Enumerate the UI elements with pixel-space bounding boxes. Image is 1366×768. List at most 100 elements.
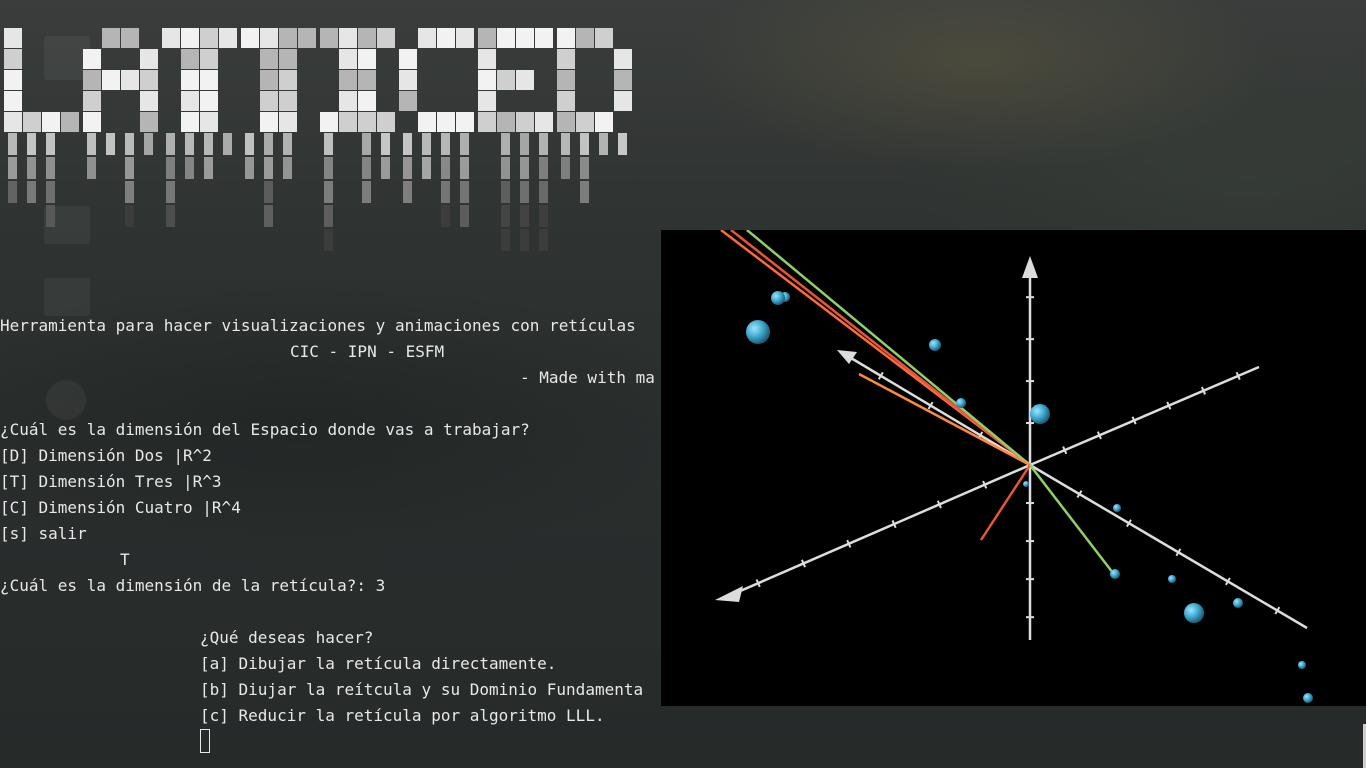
logo-drip bbox=[87, 133, 96, 155]
logo-pixel bbox=[516, 112, 534, 132]
logo-drip bbox=[520, 205, 529, 227]
logo-pixel bbox=[181, 49, 199, 69]
logo-drip bbox=[501, 229, 510, 251]
logo-drip bbox=[618, 133, 627, 155]
logo-pixel bbox=[140, 112, 158, 132]
logo-pixel bbox=[595, 112, 613, 132]
vector-orange-short bbox=[858, 372, 1031, 467]
logo-drip bbox=[381, 157, 390, 179]
logo-pixel bbox=[279, 91, 297, 111]
logo-pixel bbox=[377, 28, 395, 48]
lattice-point bbox=[1298, 661, 1306, 669]
lattice-3d-plot-window[interactable] bbox=[661, 230, 1366, 706]
logo-drip bbox=[520, 133, 529, 155]
logo-drip bbox=[106, 133, 115, 155]
option-dimension-three: [T] Dimensión Tres |R^3 bbox=[0, 472, 222, 491]
lattice-dimension-question: ¿Cuál es la dimensión de la retícula?: 3 bbox=[0, 576, 386, 595]
logo-pixel bbox=[121, 28, 139, 48]
logo-drip bbox=[460, 181, 469, 203]
logo-drip bbox=[599, 133, 608, 155]
action-question: ¿Qué deseas hacer? bbox=[200, 628, 374, 647]
logo-drip bbox=[501, 157, 510, 179]
lattice-point bbox=[1303, 693, 1313, 703]
logo-pixel bbox=[535, 112, 553, 132]
lattice-point bbox=[1030, 404, 1050, 424]
logo-pixel bbox=[557, 112, 575, 132]
logo-drip bbox=[144, 133, 153, 155]
terminal-cursor[interactable] bbox=[200, 729, 210, 753]
logo-pixel bbox=[437, 112, 455, 132]
logo-pixel bbox=[478, 70, 496, 90]
logo-drip bbox=[324, 133, 333, 155]
logo-pixel bbox=[557, 28, 575, 48]
logo-pixel bbox=[557, 70, 575, 90]
logo-pixel bbox=[478, 112, 496, 132]
option-dimension-four: [C] Dimensión Cuatro |R^4 bbox=[0, 498, 241, 517]
logo-pixel bbox=[478, 49, 496, 69]
desktop-icon-bitcoin bbox=[46, 380, 86, 420]
logo-pixel bbox=[42, 112, 60, 132]
logo-pixel bbox=[399, 70, 417, 90]
lattice-point bbox=[746, 320, 770, 344]
logo-drip bbox=[125, 181, 134, 203]
lattice-point bbox=[1023, 481, 1029, 487]
logo-drip bbox=[166, 157, 175, 179]
x-axis-arrowhead bbox=[837, 350, 857, 364]
logo-drip bbox=[362, 181, 371, 203]
logo-pixel bbox=[418, 112, 436, 132]
logo-drip bbox=[539, 133, 548, 155]
logo-drip bbox=[561, 133, 570, 155]
logo-drip bbox=[185, 133, 194, 155]
y-axis-arrowhead bbox=[715, 586, 743, 602]
logo-pixel bbox=[377, 112, 395, 132]
logo-drip bbox=[460, 205, 469, 227]
logo-drip bbox=[561, 157, 570, 179]
logo-pixel bbox=[162, 28, 180, 48]
lattice-point bbox=[1110, 569, 1120, 579]
logo-pixel bbox=[279, 112, 297, 132]
logo-drip bbox=[501, 205, 510, 227]
logo-drip bbox=[381, 133, 390, 155]
logo-pixel bbox=[140, 49, 158, 69]
logo-pixel bbox=[478, 91, 496, 111]
lattice-3d-plot[interactable] bbox=[661, 230, 1366, 706]
logo-drip bbox=[46, 205, 55, 227]
logo-pixel bbox=[121, 70, 139, 90]
logo-drip bbox=[362, 133, 371, 155]
logo-pixel bbox=[83, 91, 101, 111]
logo-pixel bbox=[557, 49, 575, 69]
logo-pixel bbox=[181, 70, 199, 90]
logo-pixel bbox=[260, 91, 278, 111]
logo-drip bbox=[166, 181, 175, 203]
logo-drip bbox=[539, 205, 548, 227]
logo-drip bbox=[185, 157, 194, 179]
action-draw-fundamental-domain: [b] Diujar la reítcula y su Dominio Fund… bbox=[200, 680, 644, 699]
logo-drip bbox=[580, 181, 589, 203]
logo-drip bbox=[27, 181, 36, 203]
logo-pixel bbox=[595, 28, 613, 48]
logo-pixel bbox=[83, 70, 101, 90]
vector-green bbox=[746, 230, 1031, 466]
logo-drip bbox=[520, 229, 529, 251]
logo-drip bbox=[8, 181, 17, 203]
logo-pixel bbox=[497, 70, 515, 90]
logo-drip bbox=[46, 133, 55, 155]
logo-drip bbox=[403, 157, 412, 179]
logo-drip bbox=[264, 133, 273, 155]
logo-pixel bbox=[576, 112, 594, 132]
logo-drip bbox=[87, 157, 96, 179]
logo-pixel bbox=[279, 70, 297, 90]
logo-drip bbox=[403, 181, 412, 203]
logo-drip bbox=[204, 157, 213, 179]
action-reduce-lll: [c] Reducir la retícula por algoritmo LL… bbox=[200, 706, 605, 725]
logo-pixel bbox=[497, 112, 515, 132]
logo-drip bbox=[520, 157, 529, 179]
logo-pixel bbox=[358, 28, 376, 48]
logo-pixel bbox=[614, 49, 632, 69]
lattice-point bbox=[771, 291, 785, 305]
logo-pixel bbox=[219, 28, 237, 48]
logo-drip bbox=[501, 181, 510, 203]
logo-pixel bbox=[456, 112, 474, 132]
logo-drip bbox=[27, 157, 36, 179]
option-dimension-two: [D] Dimensión Dos |R^2 bbox=[0, 446, 212, 465]
